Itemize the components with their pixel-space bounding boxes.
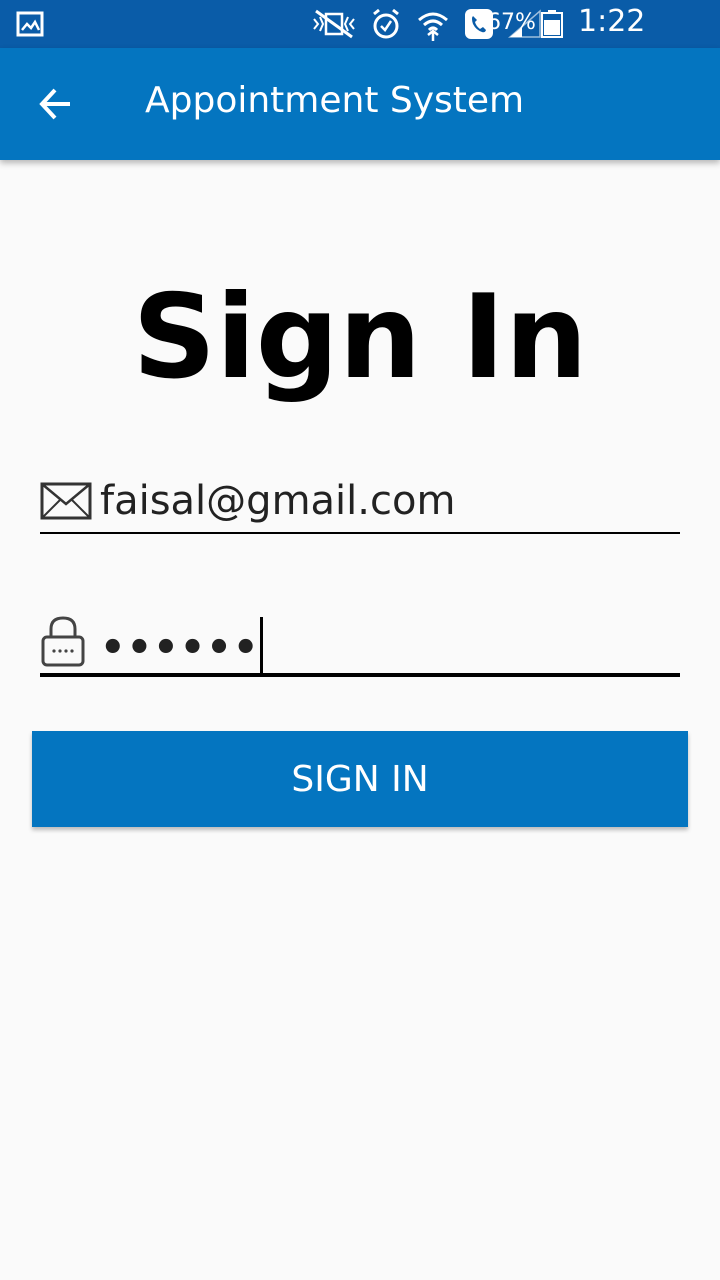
envelope-icon	[40, 482, 92, 520]
password-underline	[40, 673, 680, 677]
text-cursor	[260, 617, 264, 675]
gallery-icon	[16, 11, 44, 37]
app-title: Appointment System	[145, 80, 525, 121]
page-title: Sign In	[132, 270, 588, 405]
alarm-icon	[373, 8, 399, 39]
battery-percent: 67%	[487, 10, 536, 35]
wifi-icon	[418, 12, 448, 41]
email-field[interactable]: faisal@gmail.com	[40, 470, 680, 540]
email-underline	[40, 532, 680, 534]
password-field[interactable]: ••••••	[40, 605, 680, 683]
sign-in-button[interactable]: SIGN IN	[32, 731, 688, 827]
arrow-left-icon	[39, 88, 70, 120]
email-input[interactable]: faisal@gmail.com	[100, 478, 455, 524]
password-input[interactable]: ••••••	[100, 617, 264, 679]
lock-icon	[41, 616, 85, 667]
password-value: ••••••	[100, 625, 260, 671]
battery-icon	[541, 10, 563, 38]
status-bar: 67% 1:22 p.m.	[0, 0, 720, 74]
back-button[interactable]	[24, 72, 88, 136]
app-bar: Appointment System	[0, 48, 720, 160]
mute-vibrate-icon	[313, 9, 355, 39]
